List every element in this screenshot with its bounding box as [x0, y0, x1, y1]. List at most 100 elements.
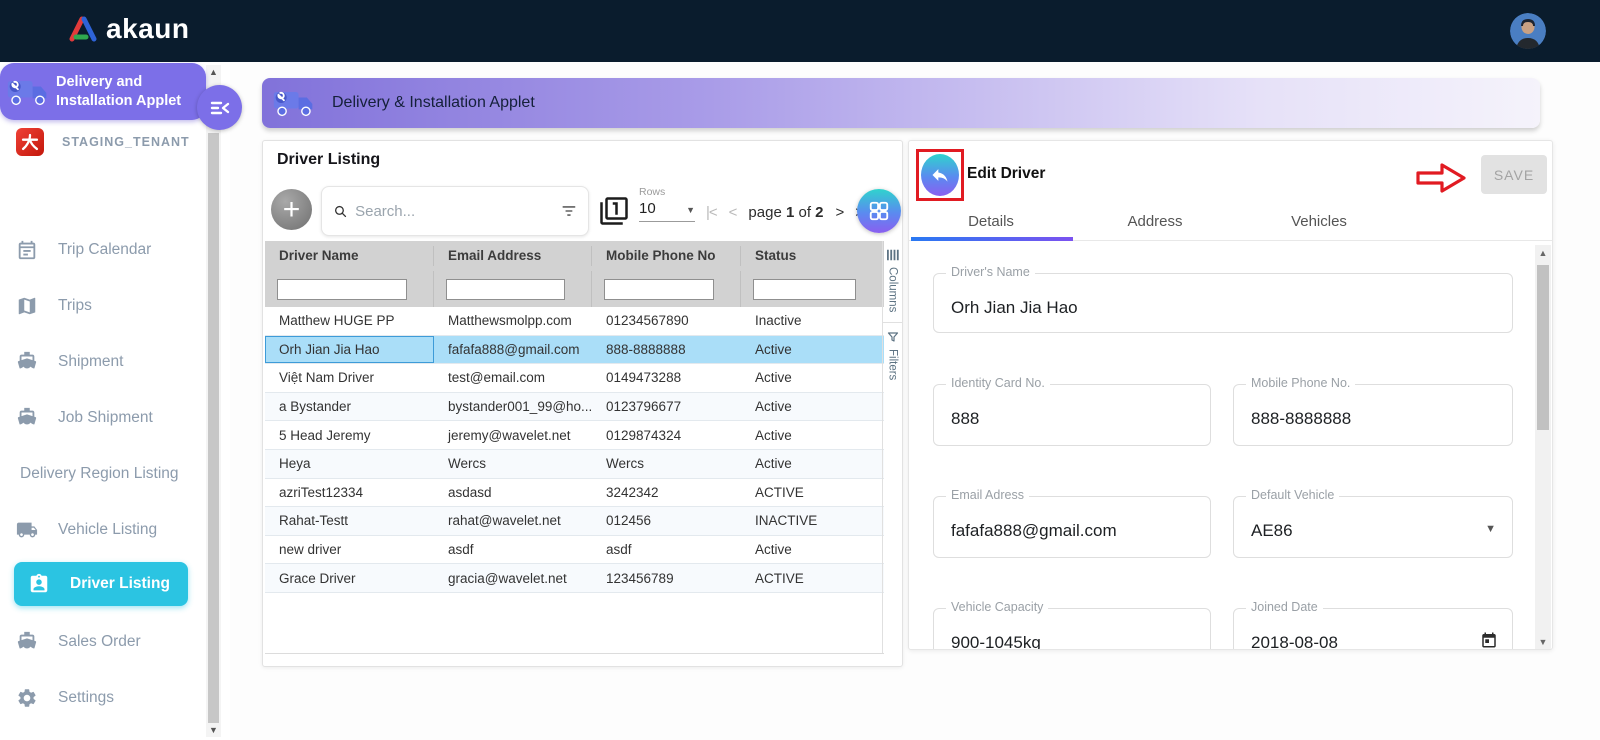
ship-icon [17, 407, 37, 425]
edit-driver-panel: Edit Driver SAVE Details Address Vehicle… [908, 140, 1553, 650]
tab-address[interactable]: Address [1073, 213, 1237, 237]
table-row[interactable]: 5 Head Jeremy jeremy@wavelet.net 0129874… [265, 421, 884, 450]
filter-input-driver-name[interactable] [277, 278, 407, 300]
column-header[interactable]: Driver Name [265, 246, 434, 266]
filters-label: Filters [886, 349, 899, 381]
default-vehicle-select[interactable]: Default Vehicle AE86 ▼ [1233, 488, 1513, 558]
status-cell: Active [755, 399, 792, 415]
table-row[interactable]: a Bystander bystander001_99@ho... 012379… [265, 392, 884, 422]
status-cell: Active [755, 456, 792, 472]
applet-banner: Delivery & Installation Applet [262, 78, 1540, 128]
delivery-truck-icon [7, 80, 47, 105]
funnel-icon [887, 332, 898, 342]
sidebar-item-trip-calendar[interactable]: Trip Calendar [16, 230, 192, 270]
sidebar-scrollbar[interactable]: ▲ ▼ [206, 65, 221, 737]
pagination: |< < page 1 of 2 > >| [706, 204, 867, 221]
filters-toggle[interactable]: Filters [883, 323, 902, 390]
ship-icon [17, 351, 37, 369]
sidebar-item-delivery-region-listing[interactable]: Delivery Region Listing [16, 454, 192, 494]
red-annotation-box [916, 149, 964, 201]
rows-per-page-select[interactable]: Rows 10 ▼ [639, 186, 695, 222]
scroll-down-icon[interactable]: ▼ [206, 725, 221, 735]
identity-card-field[interactable]: Identity Card No. 888 [933, 376, 1211, 446]
sidebar-item-tenant[interactable]: STAGING_TENANT [16, 128, 190, 156]
filter-input-status[interactable] [753, 278, 856, 300]
user-avatar[interactable] [1510, 13, 1546, 49]
sidebar-item-label: Shipment [58, 353, 124, 370]
sidebar-item-vehicle-listing[interactable]: Vehicle Listing [16, 510, 192, 550]
sidebar-scrollbar-thumb[interactable] [208, 133, 219, 723]
scroll-down-icon[interactable]: ▼ [1535, 637, 1551, 647]
save-button[interactable]: SAVE [1481, 155, 1547, 194]
column-header[interactable]: Status [741, 246, 882, 266]
current-page: 1 [785, 204, 795, 221]
table-row[interactable]: Grace Driver gracia@wavelet.net 12345678… [265, 564, 884, 593]
top-navbar: akaun [0, 0, 1600, 62]
table-row[interactable]: Heya Wercs Wercs Active [265, 449, 884, 479]
applet-pill[interactable]: Delivery and Installation Applet [0, 63, 206, 120]
sidebar-item-label: Trips [58, 297, 92, 314]
add-driver-button[interactable]: + [271, 189, 312, 230]
chevron-down-icon[interactable]: ▼ [1485, 523, 1496, 535]
sidebar-item-job-shipment[interactable]: Job Shipment [16, 398, 192, 438]
akaun-logo[interactable]: akaun [68, 13, 189, 45]
driver-name-field[interactable]: Driver's Name Orh Jian Jia Hao [933, 265, 1513, 333]
driver-listing-card: Driver Listing + Rows 10 ▼ |< < [262, 140, 903, 667]
sidebar-item-label: Settings [58, 689, 115, 706]
truck-icon [16, 522, 38, 538]
pages-2-icon[interactable] [599, 196, 629, 226]
panel-scrollbar-thumb[interactable] [1537, 265, 1549, 430]
status-cell: Inactive [755, 313, 802, 329]
mobile-phone-field[interactable]: Mobile Phone No. 888-8888888 [1233, 376, 1513, 446]
first-page-button[interactable]: |< [706, 204, 718, 221]
prev-page-button[interactable]: < [729, 204, 738, 221]
next-page-button[interactable]: > [836, 204, 845, 221]
sidebar-item-trips[interactable]: Trips [16, 286, 192, 326]
tab-vehicles[interactable]: Vehicles [1237, 213, 1401, 237]
scroll-up-icon[interactable]: ▲ [1535, 248, 1551, 258]
table-filter-row [265, 271, 884, 307]
table-header-row: Driver Name Email Address Mobile Phone N… [265, 241, 884, 271]
panel-title: Edit Driver [967, 165, 1046, 182]
table-row-selected[interactable]: Orh Jian Jia Hao fafafa888@gmail.com 888… [265, 335, 884, 365]
rows-label: Rows [639, 186, 666, 198]
filter-list-icon[interactable] [562, 204, 576, 218]
calendar-icon[interactable] [1480, 631, 1498, 649]
sidebar-item-driver-listing[interactable]: Driver Listing [14, 562, 188, 606]
column-header[interactable]: Mobile Phone No [592, 246, 741, 266]
search-box[interactable] [321, 186, 589, 236]
grid-view-button[interactable] [857, 189, 901, 233]
vehicle-capacity-field[interactable]: Vehicle Capacity 900-1045kg [933, 600, 1211, 649]
table-row[interactable]: Rahat-Testt rahat@wavelet.net 012456 INA… [265, 507, 884, 536]
sidebar-collapse-button[interactable] [197, 85, 242, 130]
driver-badge-icon [30, 573, 48, 593]
sidebar-item-personalization[interactable]: Personalization [16, 734, 192, 740]
joined-date-field[interactable]: Joined Date 2018-08-08 [1233, 600, 1513, 649]
filter-input-email[interactable] [446, 278, 565, 300]
filter-input-phone[interactable] [604, 278, 714, 300]
rows-value[interactable]: 10 ▼ [639, 200, 695, 222]
avatar-image [1510, 13, 1546, 49]
tenant-label: STAGING_TENANT [62, 135, 190, 149]
email-field[interactable]: Email Adress fafafa888@gmail.com [933, 488, 1211, 558]
tenant-icon [16, 128, 44, 156]
pagination-text: page 1 of 2 [748, 204, 824, 221]
back-button[interactable] [921, 154, 959, 196]
tab-bar: Details Address Vehicles [909, 213, 1552, 237]
active-tab-underline [911, 237, 1073, 241]
table-row[interactable]: Việt Nam Driver test@email.com 014947328… [265, 364, 884, 393]
table-row[interactable]: Matthew HUGE PP Matthewsmolpp.com 012345… [265, 307, 884, 336]
table-row[interactable]: azriTest12334 asdasd 3242342 ACTIVE [265, 478, 884, 508]
sidebar-item-settings[interactable]: Settings [16, 678, 192, 718]
scroll-up-icon[interactable]: ▲ [206, 67, 221, 77]
akaun-triangle-icon [69, 16, 97, 41]
panel-scrollbar[interactable]: ▲ ▼ [1535, 245, 1551, 649]
delivery-truck-icon [273, 91, 313, 117]
sidebar-item-sales-order[interactable]: Sales Order [16, 622, 192, 662]
search-input[interactable] [355, 202, 555, 220]
column-header[interactable]: Email Address [434, 246, 592, 266]
sidebar-item-shipment[interactable]: Shipment [16, 342, 192, 382]
tab-details[interactable]: Details [909, 213, 1073, 237]
columns-toggle[interactable]: Columns [883, 241, 902, 324]
table-row[interactable]: new driver asdf asdf Active [265, 535, 884, 565]
